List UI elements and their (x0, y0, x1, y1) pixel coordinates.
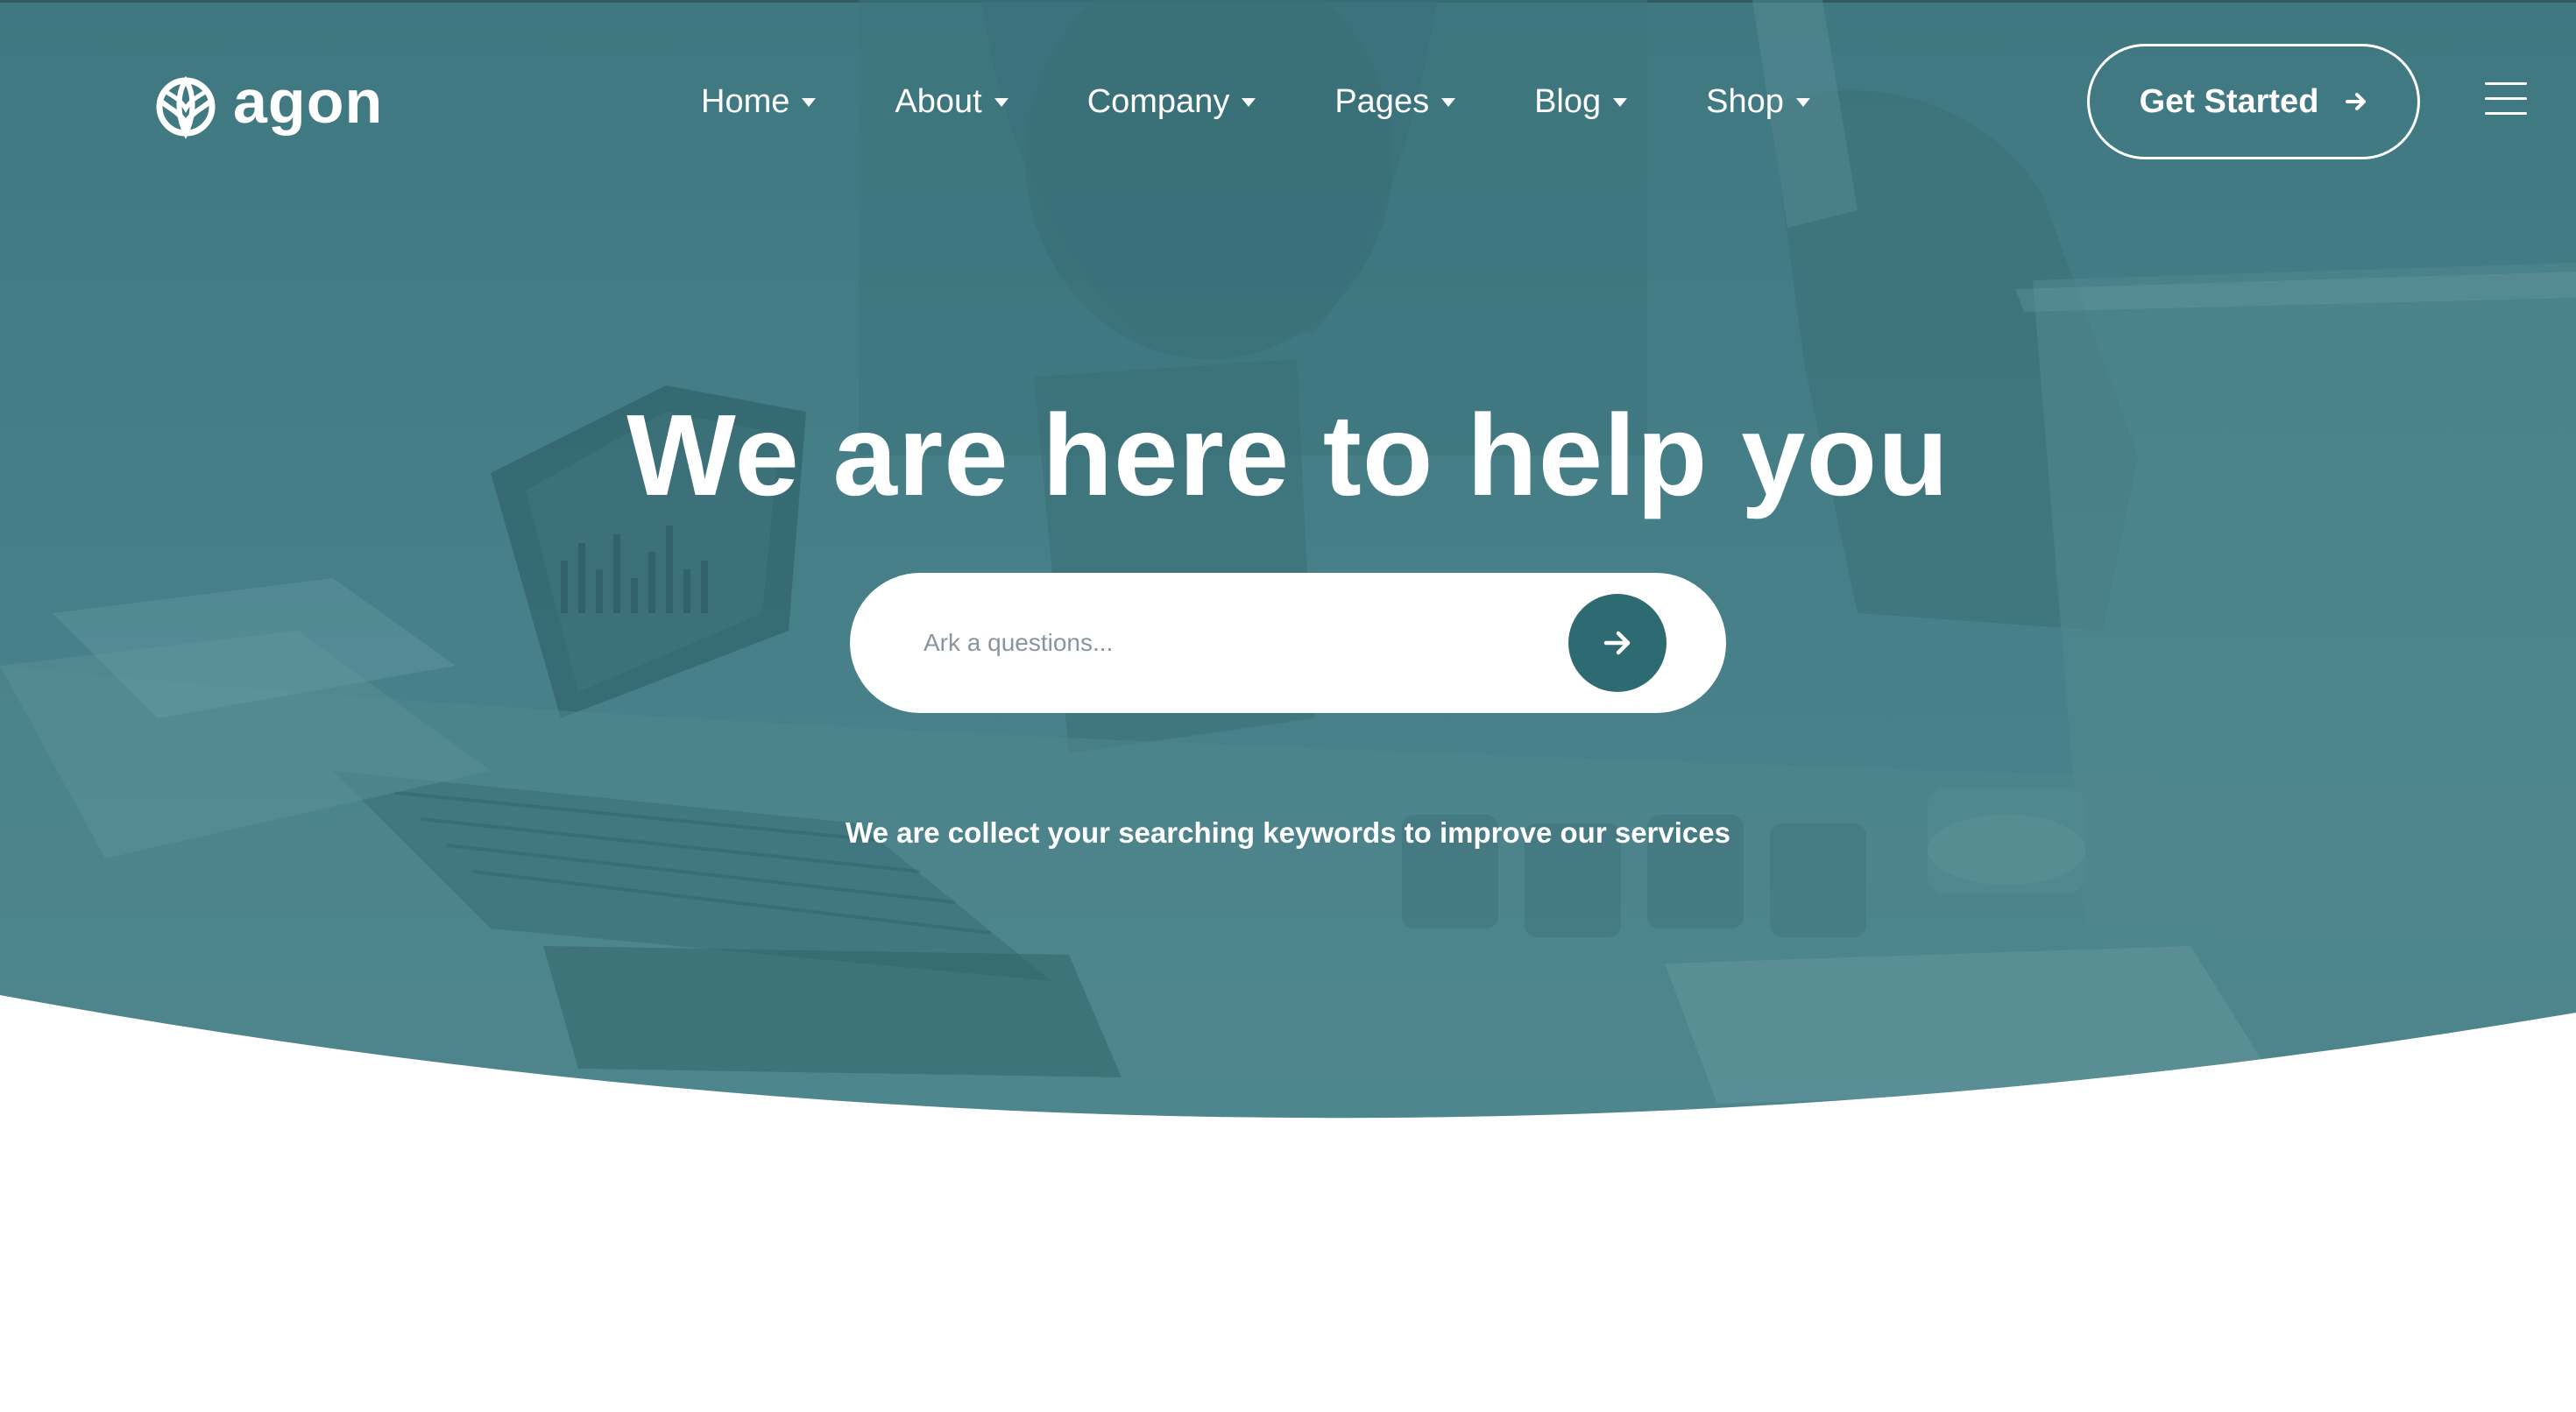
nav-item-home[interactable]: Home (701, 75, 817, 128)
site-header: agon Home About Company Pages Blog Shop … (0, 0, 2576, 207)
arrow-right-icon (1603, 631, 1631, 655)
main-navigation: Home About Company Pages Blog Shop (701, 75, 1810, 128)
nav-item-label: About (895, 83, 982, 120)
nav-item-company[interactable]: Company (1087, 75, 1256, 128)
brand-name: agon (233, 67, 384, 136)
nav-item-label: Home (701, 83, 790, 120)
search-form (850, 573, 1726, 713)
search-submit-button[interactable] (1568, 594, 1667, 692)
nav-item-about[interactable]: About (895, 75, 1008, 128)
leaf-globe-icon (156, 75, 216, 139)
caret-down-icon (1242, 98, 1256, 107)
nav-item-shop[interactable]: Shop (1706, 75, 1810, 128)
brand-logo[interactable]: agon (151, 67, 384, 140)
caret-down-icon (802, 98, 817, 107)
get-started-label: Get Started (2139, 83, 2319, 120)
nav-item-blog[interactable]: Blog (1534, 75, 1628, 128)
landing-page: agon Home About Company Pages Blog Shop … (0, 0, 2576, 1412)
nav-item-label: Company (1086, 83, 1230, 120)
nav-item-label: Shop (1706, 83, 1784, 120)
caret-down-icon (1795, 98, 1810, 107)
search-disclaimer: We are collect your searching keywords t… (846, 816, 1730, 849)
nav-item-label: Blog (1534, 83, 1602, 120)
get-started-button[interactable]: Get Started (2087, 44, 2420, 159)
hero-title: We are here to help you (626, 391, 1950, 519)
nav-item-label: Pages (1334, 83, 1430, 120)
caret-down-icon (1613, 98, 1628, 107)
nav-item-pages[interactable]: Pages (1334, 75, 1456, 128)
caret-down-icon (994, 98, 1008, 107)
hamburger-menu-icon[interactable] (2485, 82, 2527, 116)
arrow-right-icon (2346, 93, 2367, 110)
caret-down-icon (1441, 98, 1456, 107)
search-input[interactable] (924, 613, 1519, 673)
